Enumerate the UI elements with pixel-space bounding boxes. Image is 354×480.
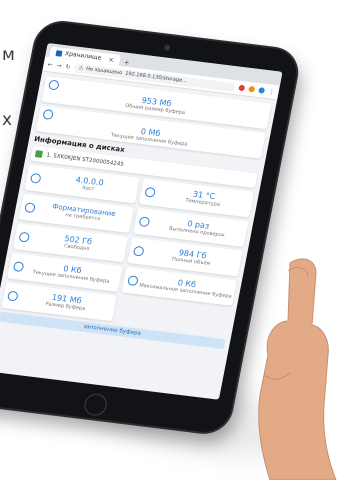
gauge-icon <box>18 231 31 243</box>
hexagon-icon <box>6 290 19 302</box>
page-content: 953 Мб Общий размер буфера 0 Мб Текущее … <box>0 72 277 354</box>
format-icon <box>24 202 36 214</box>
tablet-screen: Хранилище × + ← → ↻ ⚠ Не защищено 192.16… <box>0 43 283 400</box>
close-icon[interactable]: × <box>108 55 115 64</box>
check-icon <box>138 216 151 228</box>
hard-drive-icon <box>34 150 44 158</box>
disk-stats-grid: 4.0.0.0 Хост 31 °С Температура Форматирова… <box>1 164 255 335</box>
home-button-icon <box>82 392 109 417</box>
gauge-icon <box>12 261 25 273</box>
camera-icon <box>163 44 171 51</box>
disk-name: 1. 5XK0KJEN ST2000054245 <box>45 152 125 168</box>
back-icon[interactable]: ← <box>47 61 53 68</box>
bg-letter-2: х <box>2 110 13 130</box>
forward-icon[interactable]: → <box>56 62 62 69</box>
extension-icon[interactable] <box>248 85 256 93</box>
reload-icon[interactable]: ↻ <box>65 63 71 70</box>
bg-letter-1: м <box>2 45 15 65</box>
menu-icon[interactable]: ⋮ <box>268 88 275 96</box>
extension-icon[interactable] <box>258 87 266 94</box>
new-tab-icon[interactable]: + <box>123 59 130 68</box>
favicon-icon <box>55 49 63 57</box>
gauge-icon <box>127 275 139 287</box>
disk-icon <box>132 245 145 257</box>
extension-icon[interactable] <box>238 84 246 92</box>
warning-icon: ⚠ <box>78 65 84 72</box>
hand-image <box>258 258 337 480</box>
tab-title: Хранилище <box>64 50 103 62</box>
security-label: Не защищено <box>85 65 123 77</box>
thermometer-icon <box>144 186 157 198</box>
server-icon <box>29 172 42 184</box>
